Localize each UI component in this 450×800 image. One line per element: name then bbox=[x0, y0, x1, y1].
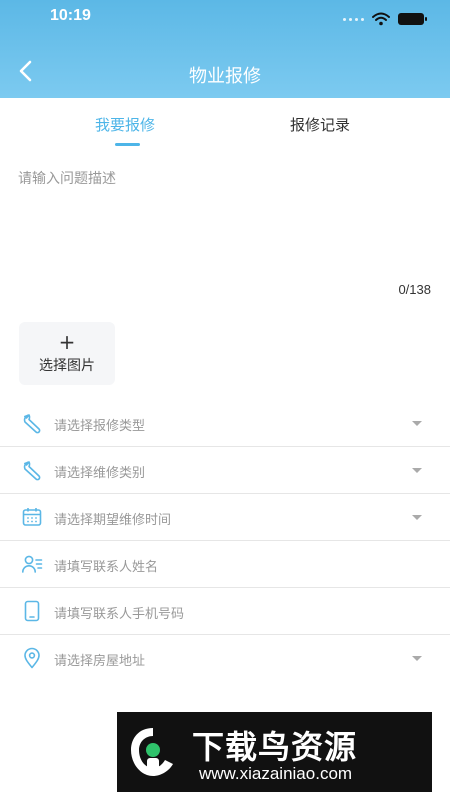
house-address-select[interactable]: 请选择房屋地址 bbox=[0, 635, 450, 682]
repair-form: 请选择报修类型 请选择维修类别 请选择期望维修时间 请填写联系人姓名 请填写联系… bbox=[0, 400, 450, 682]
repair-type-select[interactable]: 请选择报修类型 bbox=[0, 400, 450, 447]
dropdown-caret-icon bbox=[412, 656, 422, 661]
status-time: 10:19 bbox=[50, 7, 91, 24]
character-counter: 0/138 bbox=[398, 282, 431, 297]
select-image-button[interactable]: + 选择图片 bbox=[19, 322, 115, 385]
house-address-label: 请选择房屋地址 bbox=[54, 654, 146, 669]
bird-logo-icon bbox=[131, 728, 173, 776]
expected-time-label: 请选择期望维修时间 bbox=[54, 513, 172, 528]
contact-phone-field[interactable]: 请填写联系人手机号码 bbox=[0, 588, 450, 635]
active-tab-indicator bbox=[115, 143, 140, 146]
tab-report-repair[interactable]: 我要报修 bbox=[95, 114, 155, 135]
watermark-title: 下载鸟资源 bbox=[192, 728, 358, 766]
page-title: 物业报修 bbox=[189, 66, 261, 87]
contact-phone-label: 请填写联系人手机号码 bbox=[54, 607, 185, 622]
tab-repair-records[interactable]: 报修记录 bbox=[290, 114, 350, 135]
dropdown-caret-icon bbox=[412, 468, 422, 473]
dropdown-caret-icon bbox=[412, 515, 422, 520]
battery-icon bbox=[398, 13, 427, 25]
wifi-icon bbox=[372, 12, 390, 26]
select-image-label: 选择图片 bbox=[39, 357, 95, 374]
signal-icon bbox=[343, 17, 364, 21]
repair-type-label: 请选择报修类型 bbox=[54, 419, 146, 434]
contact-name-label: 请填写联系人姓名 bbox=[54, 560, 159, 575]
contact-name-field[interactable]: 请填写联系人姓名 bbox=[0, 541, 450, 588]
issue-description-input[interactable] bbox=[18, 168, 434, 278]
tab-bar: 我要报修 报修记录 bbox=[0, 98, 450, 154]
watermark-banner: 下载鸟资源 www.xiazainiao.com bbox=[117, 712, 432, 792]
expected-time-select[interactable]: 请选择期望维修时间 bbox=[0, 494, 450, 541]
app-header: 10:19 物业报修 bbox=[0, 0, 450, 98]
wrench-icon bbox=[23, 414, 41, 434]
phone-icon bbox=[24, 600, 40, 622]
maintenance-category-select[interactable]: 请选择维修类别 bbox=[0, 447, 450, 494]
plus-icon: + bbox=[58, 329, 76, 354]
contact-person-icon bbox=[22, 555, 43, 573]
location-pin-icon bbox=[24, 647, 40, 669]
wrench-icon bbox=[23, 461, 41, 481]
dropdown-caret-icon bbox=[412, 421, 422, 426]
calendar-icon bbox=[22, 508, 42, 526]
maintenance-category-label: 请选择维修类别 bbox=[54, 466, 146, 481]
status-indicators bbox=[343, 12, 427, 26]
status-bar: 10:19 bbox=[0, 0, 450, 34]
watermark-url: www.xiazainiao.com bbox=[199, 764, 353, 783]
